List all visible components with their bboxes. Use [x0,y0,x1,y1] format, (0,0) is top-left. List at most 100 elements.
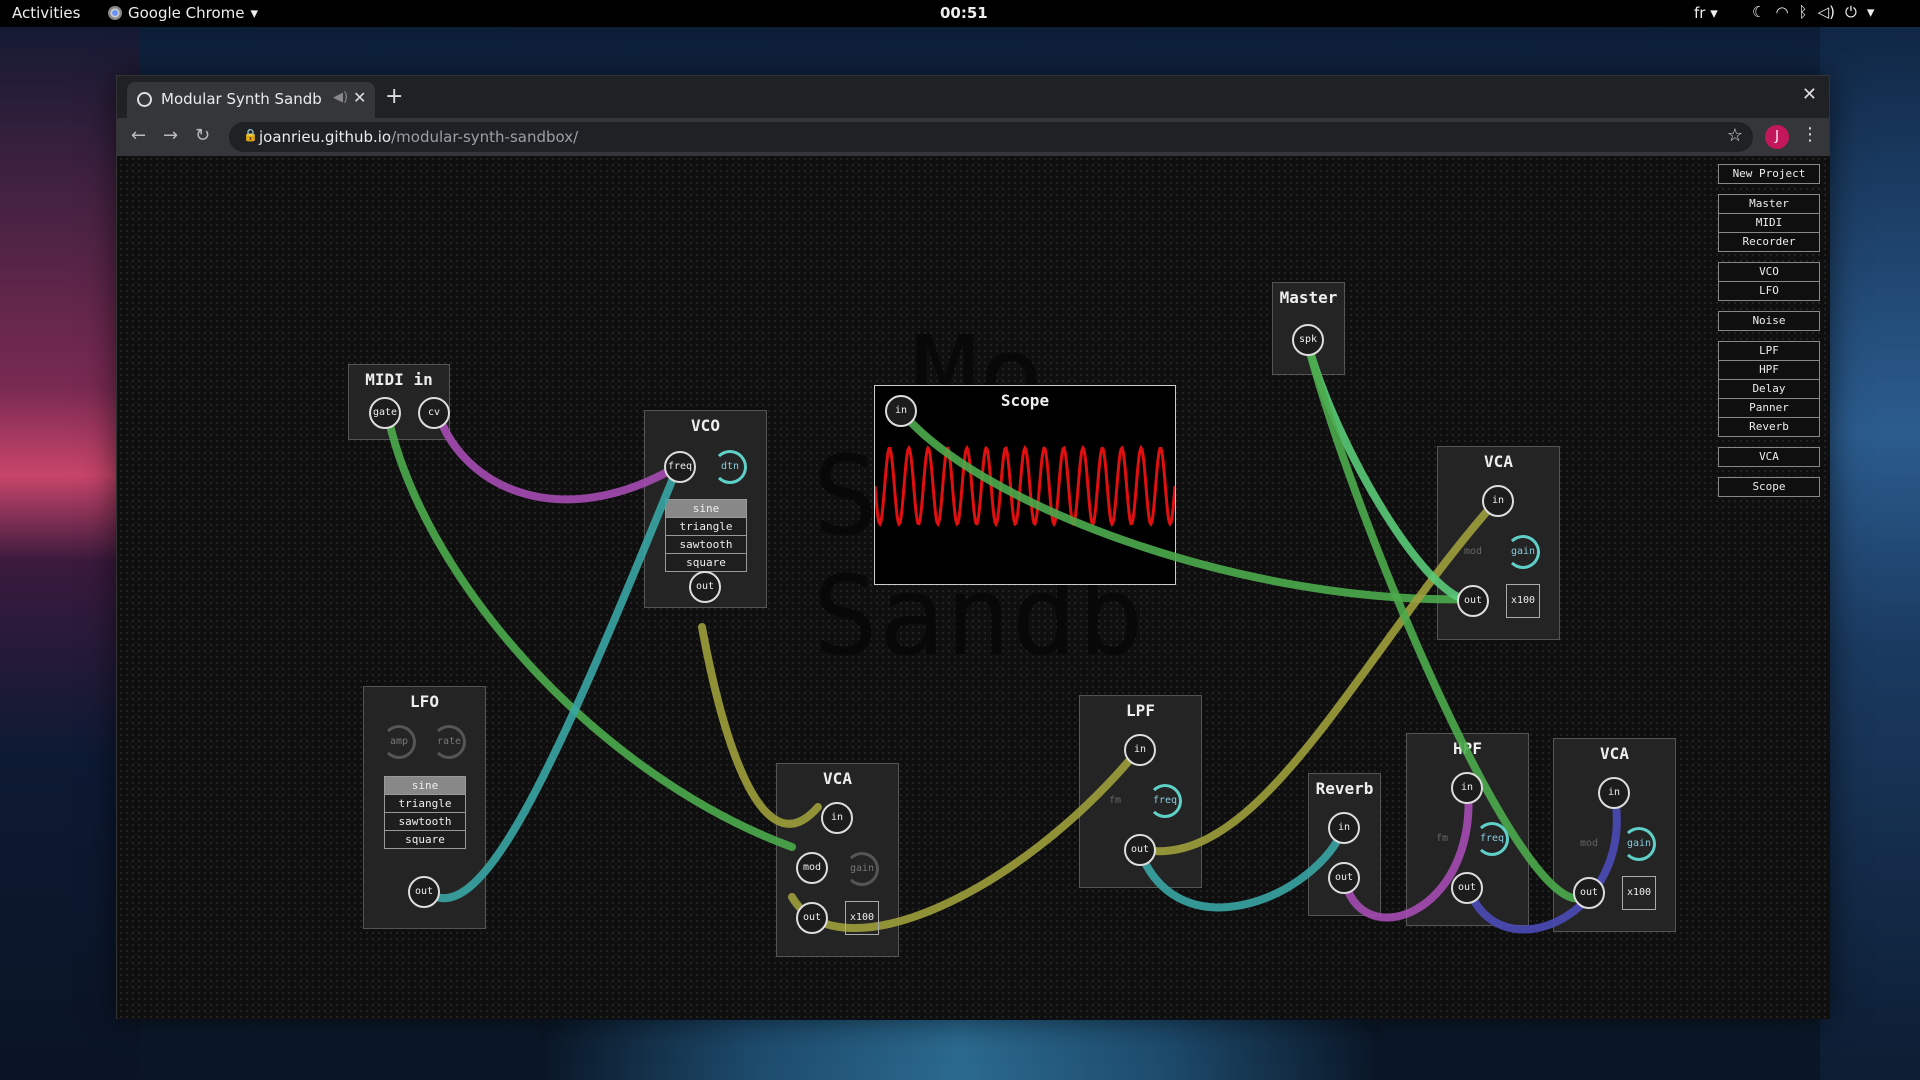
profile-avatar[interactable]: J [1765,125,1789,149]
add-panner-button[interactable]: Panner [1718,398,1820,418]
add-delay-button[interactable]: Delay [1718,379,1820,399]
waveform-option-square[interactable]: square [665,553,747,572]
module-title: MIDI in [365,370,433,389]
module-title: VCO [691,416,720,435]
port-in[interactable]: in [1482,485,1514,517]
module-scope[interactable]: Scope in [873,385,1177,585]
knob-freq[interactable]: freq [1475,822,1509,856]
module-title: VCA [1600,744,1629,763]
browser-toolbar: ← → ↻ 🔒 joanrieu.github.io/modular-synth… [117,118,1829,156]
port-in[interactable]: in [1598,777,1630,809]
port-out[interactable]: out [408,876,440,908]
tab-modular-synth[interactable]: Modular Synth Sandbox ◀) ✕ [127,82,375,118]
lock-icon[interactable]: 🔒 [243,128,258,142]
system-tray[interactable]: ☾ ◠ ᛒ ◁) ⏻ ▾ [1752,3,1874,21]
gain-multiplier-toggle[interactable]: x100 [1622,876,1656,910]
port-fm[interactable]: fm [1425,822,1459,856]
port-out[interactable]: out [1451,872,1483,904]
port-out[interactable]: out [689,571,721,603]
waveform-option-square[interactable]: square [384,830,466,849]
tab-close-icon[interactable]: ✕ [353,88,366,107]
waveform-selector: sine triangle sawtooth square [384,776,466,849]
module-vca[interactable]: VCA in mod gain out x100 [1437,446,1560,640]
knob-detune[interactable]: dtn [713,450,747,484]
waveform-option-sawtooth[interactable]: sawtooth [665,535,747,554]
module-vca[interactable]: VCA in mod gain out x100 [776,763,899,957]
port-out[interactable]: out [1573,877,1605,909]
add-recorder-button[interactable]: Recorder [1718,232,1820,252]
waveform-option-sine[interactable]: sine [665,499,747,518]
waveform-option-triangle[interactable]: triangle [665,517,747,536]
window-close-button[interactable]: ✕ [1802,84,1817,105]
add-lpf-button[interactable]: LPF [1718,341,1820,361]
module-midi-in[interactable]: MIDI in gate cv [348,364,450,440]
knob-freq[interactable]: freq [1148,784,1182,818]
wifi-icon: ◠ [1775,3,1789,21]
port-out[interactable]: out [1124,834,1156,866]
waveform-option-triangle[interactable]: triangle [384,794,466,813]
scope-trace [873,444,1177,528]
add-noise-button[interactable]: Noise [1718,311,1820,331]
new-tab-button[interactable]: + [385,84,403,109]
port-speaker[interactable]: spk [1292,324,1324,356]
port-out[interactable]: out [1328,862,1360,894]
add-vco-button[interactable]: VCO [1718,262,1820,282]
port-freq[interactable]: freq [664,451,696,483]
add-hpf-button[interactable]: HPF [1718,360,1820,380]
waveform-option-sine[interactable]: sine [384,776,466,795]
module-reverb[interactable]: Reverb in out [1308,773,1381,916]
module-vca[interactable]: VCA in mod gain out x100 [1553,738,1676,932]
module-master[interactable]: Master spk [1272,282,1345,375]
port-in[interactable]: in [821,802,853,834]
knob-amp[interactable]: amp [382,725,416,759]
port-mod[interactable]: mod [796,852,828,884]
knob-rate[interactable]: rate [432,725,466,759]
clock[interactable]: 00:51 [940,4,988,22]
app-menu[interactable]: Google Chrome ▾ [108,4,258,22]
power-icon: ⏻ [1844,3,1857,21]
new-project-button[interactable]: New Project [1718,164,1820,184]
forward-icon[interactable]: → [163,125,178,146]
knob-gain[interactable]: gain [1622,827,1656,861]
audio-playing-icon[interactable]: ◀) [333,90,348,105]
port-in[interactable]: in [885,395,917,427]
gain-multiplier-toggle[interactable]: x100 [845,901,879,935]
url-text[interactable]: joanrieu.github.io/modular-synth-sandbox… [259,128,578,146]
port-out[interactable]: out [1457,585,1489,617]
add-scope-button[interactable]: Scope [1718,477,1820,497]
waveform-option-sawtooth[interactable]: sawtooth [384,812,466,831]
module-title: VCA [823,769,852,788]
port-fm[interactable]: fm [1098,784,1132,818]
input-source-label: fr [1694,4,1706,22]
add-vca-button[interactable]: VCA [1718,447,1820,467]
port-mod[interactable]: mod [1572,827,1606,861]
add-lfo-button[interactable]: LFO [1718,281,1820,301]
module-lpf[interactable]: LPF in fm freq out [1079,695,1202,888]
knob-gain[interactable]: gain [845,852,879,886]
url-path: /modular-synth-sandbox/ [391,128,579,146]
add-master-button[interactable]: Master [1718,194,1820,214]
reload-icon[interactable]: ↻ [195,125,210,146]
knob-gain[interactable]: gain [1506,535,1540,569]
gain-multiplier-toggle[interactable]: x100 [1506,584,1540,618]
port-cv[interactable]: cv [418,397,450,429]
browser-menu-icon[interactable]: ⋮ [1801,124,1819,145]
port-in[interactable]: in [1328,812,1360,844]
bookmark-star-icon[interactable]: ☆ [1727,125,1743,146]
input-source-menu[interactable]: fr ▾ [1694,4,1718,22]
module-title: LPF [1126,701,1155,720]
module-vco[interactable]: VCO freq dtn sine triangle sawtooth squa… [644,410,767,608]
back-icon[interactable]: ← [131,125,146,146]
port-in[interactable]: in [1451,772,1483,804]
synth-canvas[interactable]: Mo Synth Sandb MIDI in gate cv VCO freq … [118,156,1830,1019]
port-gate[interactable]: gate [369,397,401,429]
activities-button[interactable]: Activities [12,4,80,22]
port-out[interactable]: out [796,902,828,934]
add-midi-button[interactable]: MIDI [1718,213,1820,233]
module-hpf[interactable]: HPF in fm freq out [1406,733,1529,926]
module-lfo[interactable]: LFO amp rate sine triangle sawtooth squa… [363,686,486,929]
port-in[interactable]: in [1124,734,1156,766]
add-reverb-button[interactable]: Reverb [1718,417,1820,437]
address-bar[interactable]: 🔒 joanrieu.github.io/modular-synth-sandb… [229,122,1753,152]
port-mod[interactable]: mod [1456,535,1490,569]
